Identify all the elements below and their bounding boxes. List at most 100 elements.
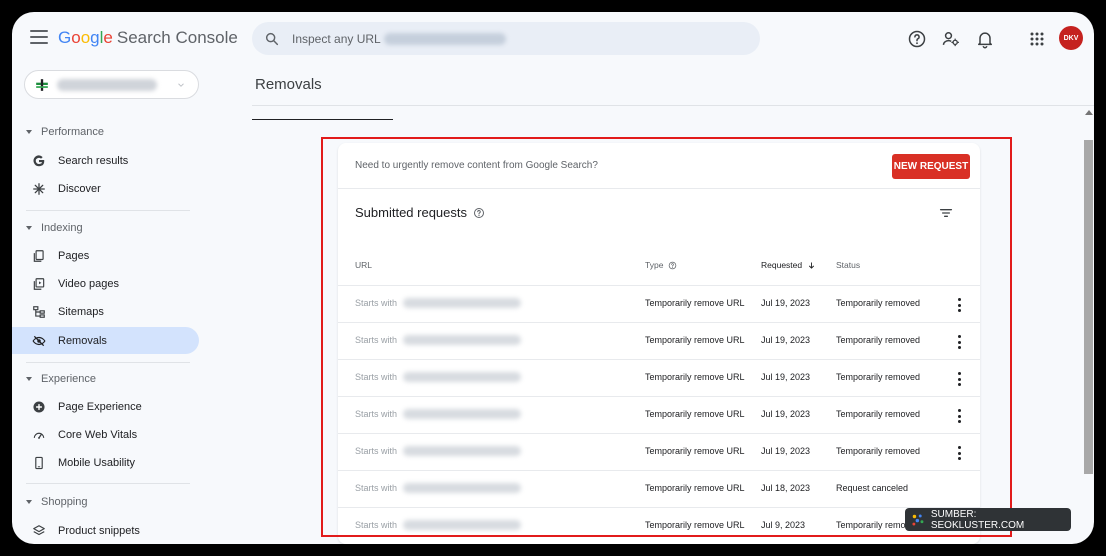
nav-section-indexing[interactable]: Indexing [26, 222, 83, 234]
more-options-icon[interactable] [958, 298, 962, 312]
url-cell: Starts with [355, 335, 522, 345]
property-selector[interactable] [24, 70, 199, 99]
google-wordmark-letter: o [80, 28, 91, 47]
top-bar: GoogleSearch Console DKV [12, 12, 1094, 68]
active-tab-indicator[interactable] [252, 119, 393, 120]
sort-arrow-down-icon [809, 262, 815, 269]
table-row[interactable]: Starts with Temporarily remove URL Jul 9, … [338, 507, 980, 544]
status-cell: Temporarily removed [836, 335, 921, 345]
sidebar-divider [26, 483, 190, 484]
new-request-banner: Need to urgently remove content from Goo… [338, 143, 980, 189]
asterisk-icon [33, 182, 45, 195]
nav-section-shopping[interactable]: Shopping [26, 496, 88, 508]
app-logo[interactable]: Google Search Console [58, 28, 238, 48]
help-icon[interactable] [668, 261, 677, 270]
column-header-requested[interactable]: Requested [761, 260, 816, 270]
new-request-button[interactable]: NEW REQUEST [892, 154, 970, 179]
sidebar-item-removals[interactable]: Removals [12, 327, 199, 354]
url-cell: Starts with [355, 483, 522, 493]
status-cell: Temporarily removed [836, 409, 921, 419]
eye-off-icon [32, 335, 46, 346]
table-row[interactable]: Starts with Temporarily remove URL Jul 18,… [338, 470, 980, 507]
google-wordmark-letter: o [71, 28, 81, 47]
help-icon[interactable] [907, 29, 927, 49]
status-cell: Temporarily removed [836, 372, 921, 382]
sidebar-item-core-web-vitals[interactable]: Core Web Vitals [12, 421, 199, 448]
pages-icon [33, 249, 44, 262]
type-cell: Temporarily remove URL [645, 483, 745, 493]
sidebar-divider [26, 362, 190, 363]
more-options-icon[interactable] [958, 335, 962, 349]
help-icon[interactable] [473, 207, 485, 219]
url-prefix: Starts with [355, 446, 398, 456]
sidebar-item-pages[interactable]: Pages [12, 242, 199, 269]
url-inspection-bar[interactable] [252, 22, 760, 55]
requested-cell: Jul 19, 2023 [761, 409, 811, 419]
sidebar-item-video-pages[interactable]: Video pages [12, 270, 199, 297]
more-options-icon[interactable] [958, 372, 962, 386]
sidebar-item-product-snippets[interactable]: Product snippets [12, 517, 199, 544]
title-divider [252, 105, 1094, 106]
table-row[interactable]: Starts with Temporarily remove URL Jul 19,… [338, 359, 980, 396]
blurred-url [403, 372, 522, 382]
banner-message: Need to urgently remove content from Goo… [355, 160, 598, 171]
page-title: Removals [255, 76, 322, 93]
video-icon [33, 277, 45, 290]
sidebar-item-sitemaps[interactable]: Sitemaps [12, 298, 199, 325]
removals-card: Need to urgently remove content from Goo… [338, 143, 980, 544]
url-prefix: Starts with [355, 520, 398, 530]
blurred-url [403, 446, 522, 456]
nav-section-performance[interactable]: Performance [26, 126, 104, 138]
sidebar-divider [26, 210, 190, 211]
main-menu-button[interactable] [30, 30, 48, 44]
blurred-url [403, 409, 522, 419]
url-cell: Starts with [355, 520, 522, 530]
sidebar-item-search-results[interactable]: Search results [12, 147, 199, 174]
google-wordmark-letter: e [103, 28, 113, 47]
type-cell: Temporarily remove URL [645, 335, 745, 345]
manage-users-icon[interactable] [941, 29, 961, 49]
requested-cell: Jul 19, 2023 [761, 298, 811, 308]
sidebar-item-mobile-usability[interactable]: Mobile Usability [12, 449, 199, 476]
apps-grid-icon[interactable] [1027, 29, 1047, 49]
url-cell: Starts with [355, 372, 522, 382]
type-cell: Temporarily remove URL [645, 520, 745, 530]
account-avatar[interactable]: DKV [1059, 26, 1083, 50]
scrollbar-thumb[interactable] [1084, 140, 1093, 474]
url-prefix: Starts with [355, 335, 398, 345]
chevron-down-icon [178, 83, 184, 87]
seokluster-logo-icon [912, 514, 924, 525]
column-header-type: Type [645, 260, 677, 270]
table-row[interactable]: Starts with Temporarily remove URL Jul 19,… [338, 285, 980, 322]
table-row[interactable]: Starts with Temporarily remove URL Jul 19,… [338, 396, 980, 433]
blurred-url [403, 483, 522, 493]
more-options-icon[interactable] [958, 409, 962, 423]
google-wordmark-letter: G [58, 28, 72, 47]
google-g-icon [33, 154, 45, 166]
more-options-icon[interactable] [958, 446, 962, 460]
table-row[interactable]: Starts with Temporarily remove URL Jul 19,… [338, 433, 980, 470]
scroll-up-arrow-icon[interactable] [1085, 110, 1093, 115]
requested-cell: Jul 19, 2023 [761, 446, 811, 456]
url-cell: Starts with [355, 409, 522, 419]
sidebar-item-page-experience[interactable]: Page Experience [12, 393, 199, 420]
notifications-icon[interactable] [975, 29, 995, 49]
page-scrollbar[interactable] [1084, 106, 1094, 544]
app-window: GoogleSearch Console DKV Performance Sea… [12, 12, 1094, 544]
sidebar-item-discover[interactable]: Discover [12, 175, 199, 202]
submitted-requests-title: Submitted requests [355, 205, 485, 220]
requested-cell: Jul 19, 2023 [761, 372, 811, 382]
status-cell: Request canceled [836, 483, 909, 493]
url-inspection-input[interactable] [292, 31, 384, 46]
table-row[interactable]: Starts with Temporarily remove URL Jul 19,… [338, 322, 980, 359]
status-cell: Temporarily removed [836, 298, 921, 308]
blurred-property-name [57, 78, 157, 91]
url-prefix: Starts with [355, 409, 398, 419]
status-cell: Temporarily remo [836, 520, 906, 530]
source-watermark: SUMBER: SEOKLUSTER.COM [905, 508, 1071, 531]
filter-icon[interactable] [938, 205, 954, 221]
status-cell: Temporarily removed [836, 446, 921, 456]
requested-cell: Jul 19, 2023 [761, 335, 811, 345]
blurred-domain [384, 32, 506, 45]
nav-section-experience[interactable]: Experience [26, 373, 96, 385]
